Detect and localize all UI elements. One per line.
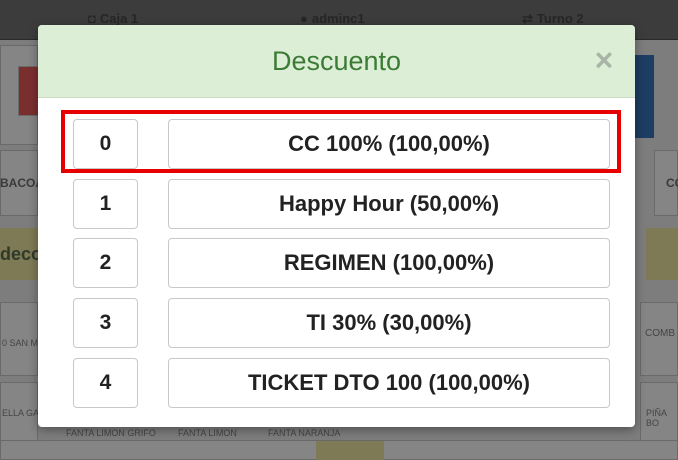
bg-fragment-cc: CC [666,176,678,190]
user-label: adminc1 [311,11,365,26]
modal-title: Descuento [271,46,402,76]
modal-header: Descuento × [38,25,635,98]
discount-option-1[interactable]: 1 Happy Hour (50,00%) [73,179,610,229]
bg-product-fanta-naranja: FANTA NARANJA [268,428,341,438]
option-number: 3 [73,298,138,348]
option-button[interactable]: Happy Hour (50,00%) [168,179,610,229]
option-number: 1 [73,179,138,229]
option-button[interactable]: TI 30% (30,00%) [168,298,610,348]
option-button[interactable]: CC 100% (100,00%) [168,119,610,169]
caja-indicator: ◘ Caja 1 [88,11,138,26]
bg-fragment-ella: ELLA GA [2,408,40,418]
discount-option-3[interactable]: 3 TI 30% (30,00%) [73,298,610,348]
option-number: 4 [73,358,138,408]
discount-option-4[interactable]: 4 TICKET DTO 100 (100,00%) [73,358,610,408]
discount-option-0[interactable]: 0 CC 100% (100,00%) [73,119,610,169]
bg-fragment-pina: PIÑA BO [646,408,667,428]
option-button[interactable]: REGIMEN (100,00%) [168,238,610,288]
bg-blue-button [635,55,654,138]
option-button[interactable]: TICKET DTO 100 (100,00%) [168,358,610,408]
option-number: 2 [73,238,138,288]
discount-option-2[interactable]: 2 REGIMEN (100,00%) [73,238,610,288]
discount-modal: Descuento × 0 CC 100% (100,00%) 1 Happy … [38,25,635,427]
bg-fragment-deco: deco [0,244,43,264]
bg-red-icon [18,66,40,116]
bg-product-right-1 [640,302,678,376]
turno-label: Turno 2 [536,11,584,26]
bg-product-fanta-limon: FANTA LIMON [178,428,237,438]
bg-yellow-tile [316,441,384,460]
bg-fragment-san: 0 SAN M [2,338,39,348]
option-number: 0 [73,119,138,169]
cash-register-icon: ◘ [88,11,96,26]
user-icon: ● [300,11,308,26]
caja-label: Caja 1 [99,11,139,26]
bg-yellow-bar-right [646,228,678,280]
close-button[interactable]: × [590,44,618,76]
bg-fragment-comb: COMB [645,328,675,339]
bg-product-fanta-limon-grifo: FANTA LIMON GRIFO [66,428,156,438]
user-indicator: ● adminc1 [300,11,365,26]
